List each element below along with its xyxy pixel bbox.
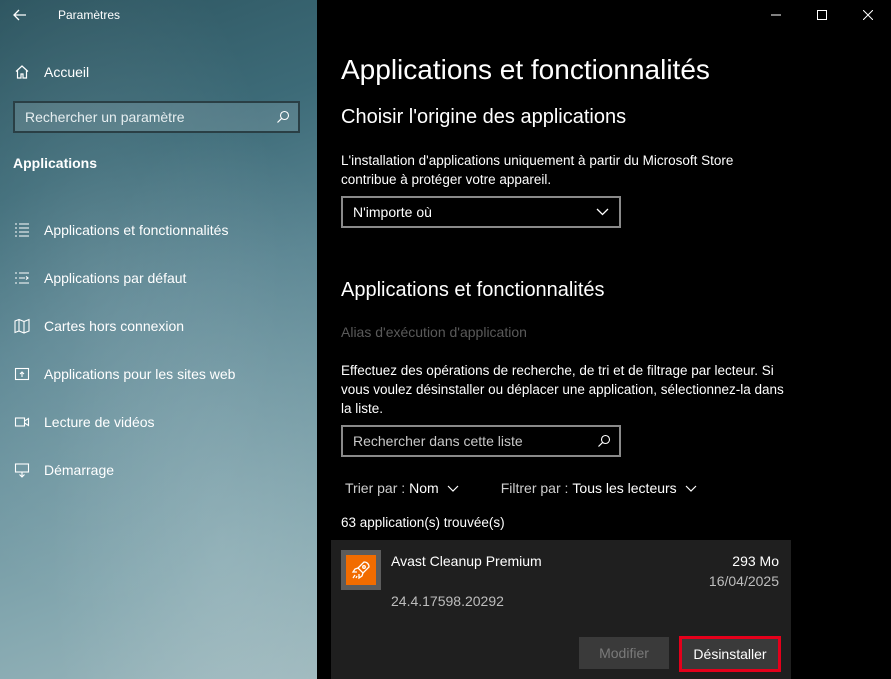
app-size: 293 Mo bbox=[732, 553, 779, 569]
sidebar-item-label: Cartes hors connexion bbox=[44, 318, 185, 334]
map-icon bbox=[0, 318, 44, 334]
sidebar-item-label: Applications et fonctionnalités bbox=[44, 222, 229, 238]
settings-search-input[interactable]: Rechercher un paramètre bbox=[13, 101, 300, 133]
sidebar-item-apps-features[interactable]: Applications et fonctionnalités bbox=[0, 206, 317, 254]
page-title: Applications et fonctionnalités bbox=[341, 54, 710, 85]
minimize-button[interactable] bbox=[753, 0, 799, 30]
sidebar-item-startup[interactable]: Démarrage bbox=[0, 446, 317, 494]
app-version: 24.4.17598.20292 bbox=[391, 593, 504, 609]
close-icon bbox=[863, 10, 873, 20]
origin-heading: Choisir l'origine des applications bbox=[341, 106, 627, 128]
apps-description: Effectuez des opérations de recherche, d… bbox=[341, 363, 784, 416]
chevron-down-icon bbox=[685, 485, 697, 492]
sidebar-item-label: Démarrage bbox=[44, 462, 115, 478]
video-icon bbox=[0, 414, 44, 430]
app-install-date: 16/04/2025 bbox=[708, 573, 779, 589]
sidebar-section-title: Applications bbox=[13, 155, 98, 171]
back-arrow-icon bbox=[13, 9, 26, 21]
home-icon bbox=[0, 64, 44, 80]
main-content: Applications et fonctionnalités Choisir … bbox=[317, 0, 891, 679]
window-title: Paramètres bbox=[58, 8, 121, 22]
sidebar-nav: Applications et fonctionnalités Applicat… bbox=[0, 206, 317, 494]
app-count: 63 application(s) trouvée(s) bbox=[341, 515, 505, 530]
rocket-icon bbox=[346, 555, 376, 585]
sort-label: Trier par : bbox=[345, 480, 406, 496]
sidebar-item-offline-maps[interactable]: Cartes hors connexion bbox=[0, 302, 317, 350]
title-bar: Paramètres bbox=[0, 0, 317, 30]
close-button[interactable] bbox=[845, 0, 891, 30]
sidebar-item-home[interactable]: Accueil bbox=[0, 58, 317, 86]
back-button[interactable] bbox=[0, 0, 40, 30]
settings-search-placeholder: Rechercher un paramètre bbox=[25, 109, 185, 125]
sidebar-item-label: Applications pour les sites web bbox=[44, 366, 236, 382]
window-controls bbox=[753, 0, 891, 30]
sidebar-item-label: Applications par défaut bbox=[44, 270, 187, 286]
sidebar-item-video-playback[interactable]: Lecture de vidéos bbox=[0, 398, 317, 446]
filter-dropdown[interactable]: Filtrer par : Tous les lecteurs bbox=[501, 480, 697, 496]
apps-heading: Applications et fonctionnalités bbox=[341, 279, 605, 301]
origin-description: L'installation d'applications uniquement… bbox=[341, 153, 734, 187]
uninstall-button[interactable]: Désinstaller bbox=[679, 636, 781, 672]
app-list-search-placeholder: Rechercher dans cette liste bbox=[353, 433, 523, 449]
sidebar-item-web-apps[interactable]: Applications pour les sites web bbox=[0, 350, 317, 398]
chevron-down-icon bbox=[447, 485, 459, 492]
app-list-item-selected[interactable]: Avast Cleanup Premium 293 Mo 16/04/2025 … bbox=[331, 540, 791, 679]
sidebar-item-label: Lecture de vidéos bbox=[44, 414, 155, 430]
web-apps-icon bbox=[0, 366, 44, 382]
filter-value: Tous les lecteurs bbox=[572, 480, 677, 496]
maximize-button[interactable] bbox=[799, 0, 845, 30]
maximize-icon bbox=[817, 10, 827, 20]
app-icon bbox=[341, 550, 381, 590]
startup-icon bbox=[0, 462, 44, 478]
dropdown-value: N'importe où bbox=[353, 204, 432, 220]
search-icon[interactable] bbox=[597, 434, 611, 448]
sort-dropdown[interactable]: Trier par : Nom bbox=[345, 480, 459, 496]
app-list-search-input[interactable]: Rechercher dans cette liste bbox=[341, 425, 621, 457]
apps-list-icon bbox=[0, 222, 44, 238]
app-alias-link[interactable]: Alias d'exécution d'application bbox=[341, 324, 527, 340]
filter-label: Filtrer par : bbox=[500, 480, 569, 496]
sort-filter-row: Trier par : Nom Filtrer par : Tous les l… bbox=[345, 480, 697, 496]
sidebar-item-default-apps[interactable]: Applications par défaut bbox=[0, 254, 317, 302]
app-origin-dropdown[interactable]: N'importe où bbox=[341, 196, 621, 228]
sort-value: Nom bbox=[409, 480, 439, 496]
minimize-icon bbox=[771, 14, 781, 16]
sidebar: Paramètres Accueil Rechercher un paramèt… bbox=[0, 0, 317, 679]
search-icon[interactable] bbox=[276, 110, 290, 124]
default-apps-icon bbox=[0, 270, 44, 286]
chevron-down-icon bbox=[596, 208, 609, 216]
modify-button[interactable]: Modifier bbox=[579, 637, 669, 669]
app-name: Avast Cleanup Premium bbox=[391, 553, 542, 569]
home-label: Accueil bbox=[44, 64, 90, 80]
